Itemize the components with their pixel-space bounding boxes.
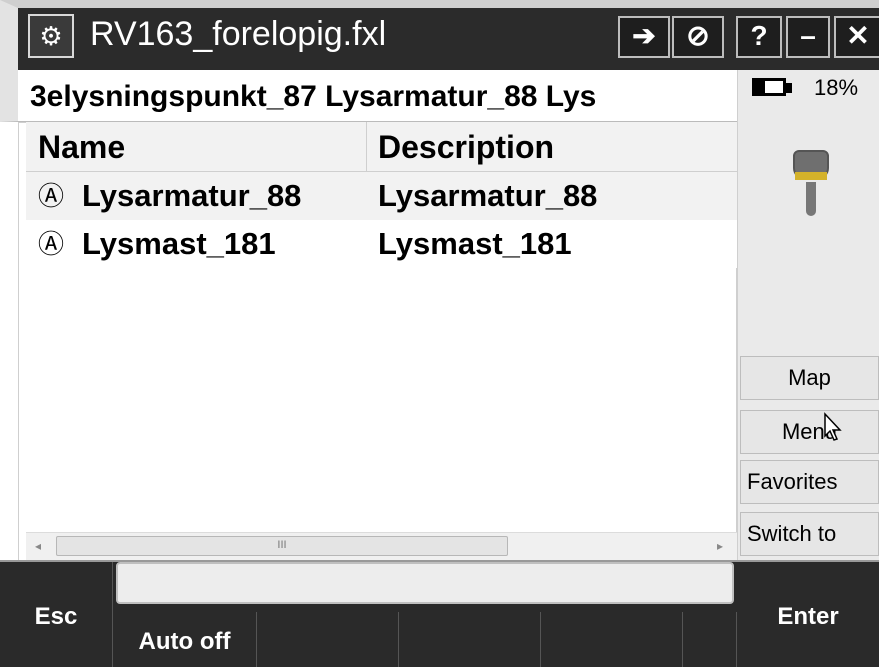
enter-button[interactable]: Enter: [737, 562, 879, 667]
table-row[interactable]: Ⓐ Lysarmatur_88 Lysarmatur_88: [26, 172, 737, 220]
table-row[interactable]: Ⓐ Lysmast_181 Lysmast_181: [26, 220, 737, 268]
scroll-left-icon[interactable]: ◂: [30, 536, 46, 556]
attribute-icon: Ⓐ: [38, 229, 65, 259]
row-name: Lysarmatur_88: [82, 178, 302, 213]
window-title: RV163_forelopig.fxl: [90, 15, 387, 53]
esc-button[interactable]: Esc: [0, 562, 113, 667]
switch-to-button[interactable]: Switch to: [740, 512, 879, 556]
receiver-band: [795, 172, 827, 180]
no-entry-icon[interactable]: ⊘: [672, 16, 724, 58]
softkey-empty-3[interactable]: [540, 612, 682, 667]
attribute-icon: Ⓐ: [38, 181, 65, 211]
help-button[interactable]: ?: [736, 16, 782, 58]
switch-to-button-label: Switch to: [747, 521, 837, 546]
battery-tip: [786, 83, 792, 93]
row-description: Lysarmatur_88: [378, 178, 598, 213]
favorites-button[interactable]: Favorites: [740, 460, 879, 504]
battery-percent: 18%: [814, 75, 859, 100]
softkey-empty-2[interactable]: [398, 612, 540, 667]
row-name: Lysmast_181: [82, 226, 276, 261]
row-description: Lysmast_181: [378, 226, 572, 261]
favorites-button-label: Favorites: [747, 469, 838, 494]
map-button-label: Map: [788, 365, 831, 390]
mouse-cursor-icon: [824, 412, 842, 441]
map-button[interactable]: Map: [740, 356, 879, 400]
close-button[interactable]: ✕: [834, 16, 879, 58]
breadcrumb[interactable]: 3elysningspunkt_87 Lysarmatur_88 Lys: [30, 80, 735, 114]
minimize-button[interactable]: –: [786, 16, 830, 58]
sign-in-icon[interactable]: ➔: [618, 16, 670, 58]
scrollbar-thumb[interactable]: III: [56, 536, 508, 556]
battery-level: [755, 81, 765, 93]
column-header-description[interactable]: Description: [378, 127, 554, 167]
softkey-empty-1[interactable]: [256, 612, 398, 667]
command-input[interactable]: [116, 562, 734, 604]
column-divider[interactable]: [366, 122, 367, 172]
column-header-name[interactable]: Name: [38, 127, 125, 167]
trimble-access-icon[interactable]: ⚙: [28, 14, 74, 58]
auto-off-button[interactable]: Auto off: [113, 612, 256, 667]
menu-button[interactable]: Menu: [740, 410, 879, 454]
softkey-empty-4[interactable]: [682, 612, 737, 667]
scroll-right-icon[interactable]: ▸: [712, 536, 728, 556]
receiver-pole: [806, 182, 816, 216]
